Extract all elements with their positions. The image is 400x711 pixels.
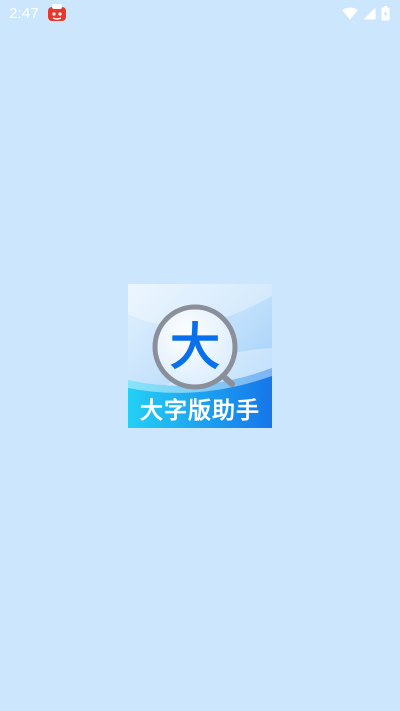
cell-signal-icon bbox=[363, 7, 376, 20]
app-logo: 大 大字版助手 bbox=[128, 284, 272, 428]
wifi-icon bbox=[342, 7, 358, 20]
logo-caption: 大字版助手 bbox=[140, 398, 260, 424]
battery-icon bbox=[381, 5, 390, 21]
status-bar: 2:47 bbox=[0, 0, 400, 26]
app-notification-icon bbox=[47, 3, 67, 23]
status-bar-right bbox=[342, 5, 390, 21]
status-time: 2:47 bbox=[9, 4, 39, 22]
status-bar-left: 2:47 bbox=[9, 3, 67, 23]
logo-character: 大 bbox=[170, 318, 220, 376]
